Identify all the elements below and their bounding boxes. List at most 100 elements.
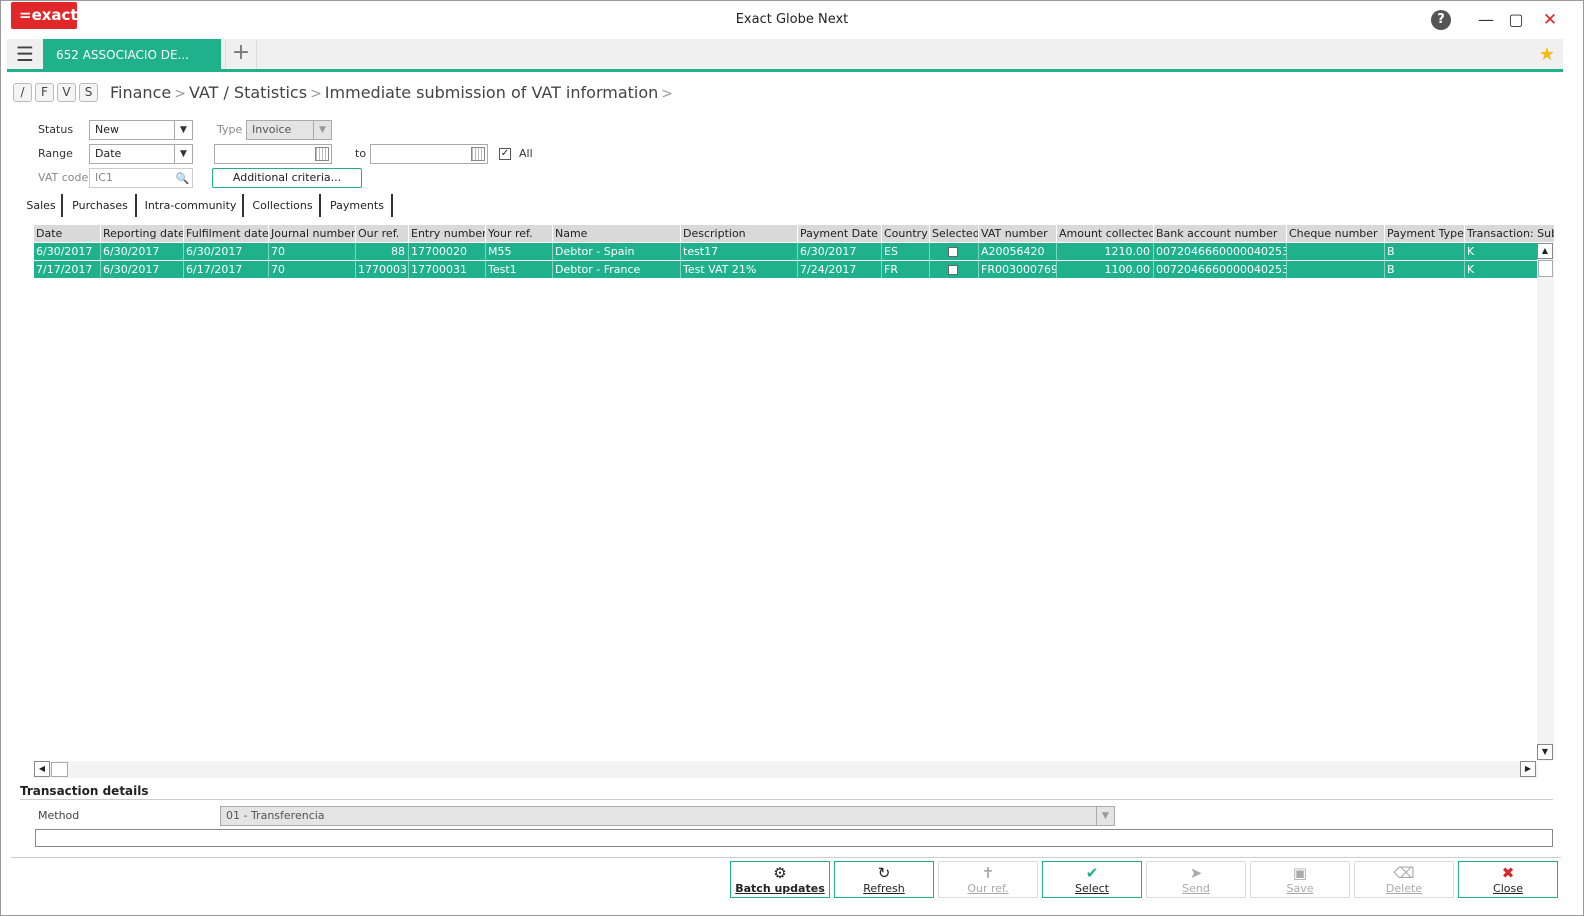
column-header[interactable]: Transaction: Sub [1465,225,1554,242]
check-icon: ✔ [1085,864,1099,882]
link-icon: ✝ [981,864,995,882]
chevron-right-icon: > [661,86,674,102]
shortcut-key-slash[interactable]: / [13,83,32,102]
tab-purchases[interactable]: Purchases [65,194,137,217]
table-cell: 88 [356,243,409,260]
column-header[interactable]: Our ref. [356,225,409,242]
table-cell: Debtor - France [553,261,681,278]
additional-criteria-button[interactable]: Additional criteria... [212,168,362,188]
favorite-star-icon[interactable]: ★ [1539,44,1555,65]
column-header[interactable]: Payment Type [1385,225,1465,242]
column-header[interactable]: Date [34,225,101,242]
chevron-down-icon[interactable]: ▼ [174,145,192,163]
calendar-icon[interactable] [315,147,329,161]
shortcut-key-v[interactable]: V [57,83,76,102]
tab-bar: ☰ 652 ASSOCIACIO DE... + ★ [7,39,1563,72]
maximize-icon[interactable]: ▢ [1505,9,1527,31]
calendar-icon[interactable] [471,147,485,161]
menu-icon[interactable]: ☰ [7,39,43,69]
chevron-down-icon: ▼ [1096,807,1114,825]
table-row[interactable]: 6/30/2017 6/30/2017 6/30/2017 70 88 17700020 M… [34,243,1538,260]
status-select[interactable]: New ▼ [89,120,193,140]
close-label: Close [1493,882,1523,895]
table-cell: 70 [269,261,356,278]
refresh-label: Refresh [863,882,905,895]
table-cell: 6/30/2017 [184,243,269,260]
selected-checkbox-cell [930,243,979,260]
minimize-icon[interactable]: — [1475,9,1497,31]
column-header[interactable]: Your ref. [486,225,553,242]
tab-intra-community[interactable]: Intra-community [139,194,244,217]
breadcrumb-vat-statistics[interactable]: VAT / Statistics [189,83,307,102]
tab-collections[interactable]: Collections [246,194,321,217]
scroll-left-icon[interactable]: ◀ [34,761,50,777]
column-header[interactable]: Bank account number [1154,225,1287,242]
column-header[interactable]: Amount collected [1057,225,1154,242]
scroll-right-icon[interactable]: ▶ [1520,761,1536,777]
help-icon[interactable]: ? [1431,10,1451,30]
details-text-input[interactable] [35,829,1553,847]
column-header[interactable]: Fulfilment date [184,225,269,242]
send-button: ➤ Send [1146,861,1246,898]
horizontal-scrollbar[interactable]: ◀ ▶ [34,761,1538,778]
close-window-icon[interactable]: ✕ [1539,9,1561,31]
close-button[interactable]: ✖ Close [1458,861,1558,898]
breadcrumb-immediate-submission[interactable]: Immediate submission of VAT information [325,83,658,102]
scroll-down-icon[interactable]: ▼ [1537,744,1553,760]
column-header[interactable]: Payment Date [798,225,882,242]
column-header[interactable]: Entry number [409,225,486,242]
status-select-value: New [95,123,119,136]
date-from-input[interactable] [214,144,332,164]
table-cell: FR [882,261,930,278]
divider [20,799,1553,800]
table-cell: ES [882,243,930,260]
column-header[interactable]: Country [882,225,930,242]
tab-sales[interactable]: Sales [21,194,63,217]
vertical-scrollbar[interactable]: ▲ ▼ [1537,243,1554,761]
add-tab-icon[interactable]: + [225,39,257,69]
breadcrumb-finance[interactable]: Finance [110,83,171,102]
our-ref-button: ✝ Our ref. [938,861,1038,898]
table-cell: 17700020 [409,243,486,260]
refresh-icon: ↻ [877,864,891,882]
refresh-button[interactable]: ↻ Refresh [834,861,934,898]
select-label: Select [1075,882,1109,895]
table-row[interactable]: 7/17/2017 6/30/2017 6/17/2017 70 17700031 177… [34,261,1538,278]
table-cell: 6/30/2017 [34,243,101,260]
chevron-down-icon[interactable]: ▼ [174,121,192,139]
column-header[interactable]: Reporting date [101,225,184,242]
range-label: Range [38,147,73,160]
gear-icon: ⚙ [773,864,787,882]
send-label: Send [1182,882,1210,895]
batch-updates-button[interactable]: ⚙ Batch updates [730,861,830,898]
vat-code-value: IC1 [95,171,113,184]
date-to-input[interactable] [370,144,488,164]
table-cell: 7/24/2017 [798,261,882,278]
all-checkbox[interactable]: ✓ [499,148,511,160]
selected-checkbox[interactable] [948,247,958,257]
shortcut-key-s[interactable]: S [79,83,98,102]
our-ref-label: Our ref. [967,882,1009,895]
exact-logo: =exact [11,2,78,29]
table-cell: B [1385,261,1465,278]
scroll-thumb[interactable] [51,762,68,777]
scroll-thumb[interactable] [1538,260,1553,277]
column-header[interactable]: Journal number [269,225,356,242]
range-select[interactable]: Date ▼ [89,144,193,164]
selected-checkbox[interactable] [948,265,958,275]
column-header[interactable]: Selected [930,225,979,242]
column-header[interactable]: Description [681,225,798,242]
column-header[interactable]: VAT number [979,225,1057,242]
close-icon: ✖ [1501,864,1515,882]
select-button[interactable]: ✔ Select [1042,861,1142,898]
table-cell: 6/17/2017 [184,261,269,278]
column-header[interactable]: Cheque number [1287,225,1385,242]
table-cell: 00720466600000402531 [1156,261,1287,278]
table-cell: B [1385,243,1465,260]
shortcut-key-f[interactable]: F [35,83,54,102]
column-header[interactable]: Name [553,225,681,242]
scroll-up-icon[interactable]: ▲ [1537,243,1553,259]
tab-payments[interactable]: Payments [323,194,393,217]
table-cell [1287,243,1385,260]
tab-company[interactable]: 652 ASSOCIACIO DE... [43,39,221,69]
